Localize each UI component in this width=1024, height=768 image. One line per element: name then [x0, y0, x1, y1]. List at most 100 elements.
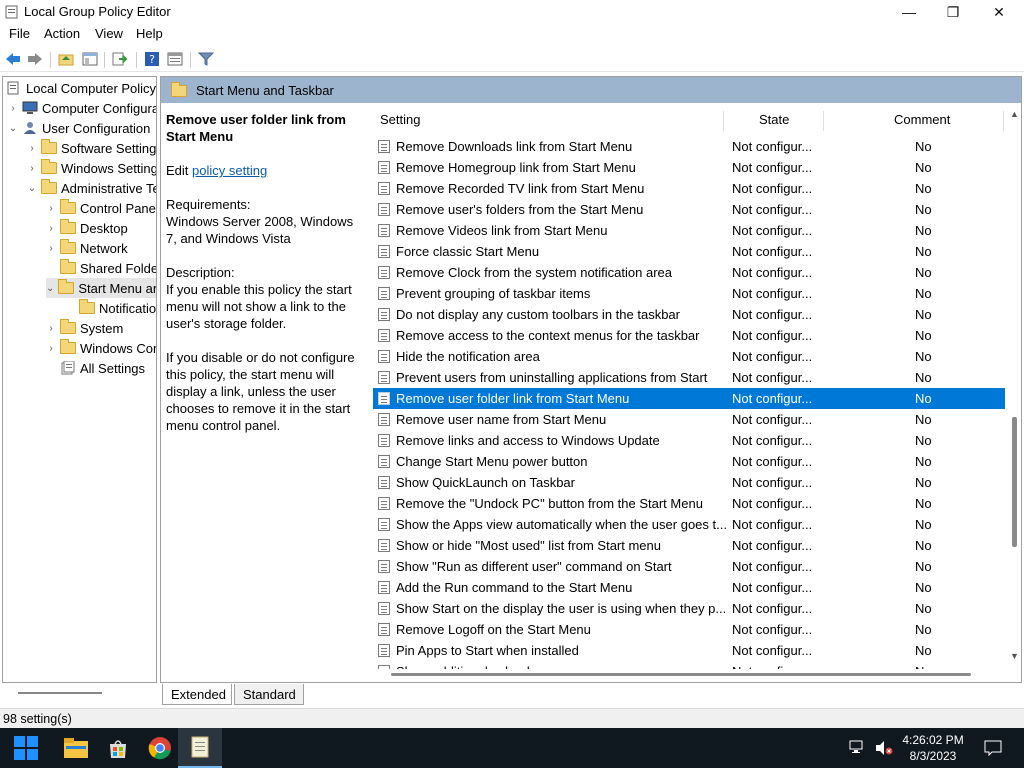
up-folder-icon[interactable] [57, 50, 75, 68]
setting-row[interactable]: Show additional calendar Not configur... N… [373, 661, 1005, 669]
tree-item-notifications[interactable]: Notifications [65, 298, 156, 318]
menu-action[interactable]: Action [44, 26, 80, 41]
column-separator[interactable] [1003, 111, 1004, 131]
setting-row[interactable]: Pin Apps to Start when installed Not conf… [373, 640, 1005, 661]
maximize-button[interactable]: ❐ [930, 0, 976, 24]
setting-row[interactable]: Show Start on the display the user is us… [373, 598, 1005, 619]
vertical-scrollbar[interactable]: ▲ ▼ [1007, 103, 1021, 669]
chevron-down-icon[interactable]: ⌄ [8, 123, 18, 134]
scroll-up-icon[interactable]: ▲ [1010, 109, 1019, 119]
setting-row[interactable]: Remove user folder link from Start Menu N… [373, 388, 1005, 409]
store-taskbar-button[interactable] [96, 728, 140, 768]
menu-view[interactable]: View [95, 26, 123, 41]
start-button[interactable] [4, 728, 48, 768]
forward-icon[interactable] [26, 50, 44, 68]
menu-help[interactable]: Help [136, 26, 163, 41]
setting-row[interactable]: Change Start Menu power button Not config… [373, 451, 1005, 472]
column-separator[interactable] [723, 111, 724, 131]
tree-item-network[interactable]: › Network [46, 238, 128, 258]
chevron-down-icon[interactable]: ⌄ [27, 183, 37, 194]
setting-row[interactable]: Add the Run command to the Start Menu Not… [373, 577, 1005, 598]
setting-row[interactable]: Do not display any custom toolbars in th… [373, 304, 1005, 325]
setting-row[interactable]: Remove Downloads link from Start Menu Not… [373, 136, 1005, 157]
tree-horizontal-scrollbar[interactable] [18, 692, 102, 694]
tree-item-control-panel[interactable]: › Control Panel [46, 198, 156, 218]
chevron-right-icon[interactable]: › [46, 343, 56, 354]
tree-label: Start Menu and Taskbar [78, 280, 156, 296]
setting-comment: No [915, 433, 932, 448]
tree-item-start-menu-and-taskbar[interactable]: ⌄ Start Menu and Taskbar [46, 278, 156, 298]
chevron-right-icon[interactable]: › [27, 163, 37, 174]
column-separator[interactable] [823, 111, 824, 131]
setting-comment: No [915, 160, 932, 175]
tree-item-desktop[interactable]: › Desktop [46, 218, 128, 238]
tree-item-all-settings[interactable]: All Settings [46, 358, 145, 378]
column-header-setting[interactable]: Setting [380, 108, 420, 130]
setting-row[interactable]: Show or hide "Most used" list from Start… [373, 535, 1005, 556]
setting-row[interactable]: Remove the "Undock PC" button from the S… [373, 493, 1005, 514]
tree-item-system[interactable]: › System [46, 318, 123, 338]
tree-item-administrative-templates[interactable]: ⌄ Administrative Templates [27, 178, 156, 198]
export-list-icon[interactable] [111, 50, 129, 68]
setting-row[interactable]: Remove user name from Start Menu Not conf… [373, 409, 1005, 430]
tree-item-user-configuration[interactable]: ⌄ User Configuration [8, 118, 151, 138]
minimize-button[interactable]: — [886, 0, 932, 24]
properties-icon[interactable] [166, 50, 184, 68]
volume-muted-icon[interactable] [872, 728, 896, 768]
chevron-right-icon[interactable]: › [46, 203, 56, 214]
setting-row[interactable]: Hide the notification area Not configur..… [373, 346, 1005, 367]
menu-file[interactable]: File [9, 26, 30, 41]
setting-row[interactable]: Remove Videos link from Start Menu Not co… [373, 220, 1005, 241]
policy-setting-icon [378, 245, 390, 258]
tree-item-software-settings[interactable]: › Software Settings [27, 138, 156, 158]
description-panel: Remove user folder link from Start Menu … [166, 111, 362, 451]
chevron-right-icon[interactable]: › [27, 143, 37, 154]
filter-icon[interactable] [197, 50, 215, 68]
tree-item-computer-configuration[interactable]: › Computer Configuration [8, 98, 156, 118]
chrome-taskbar-button[interactable] [138, 728, 182, 768]
setting-row[interactable]: Prevent users from uninstalling applicat… [373, 367, 1005, 388]
help-icon[interactable]: ? [143, 50, 161, 68]
edit-policy-setting-link[interactable]: policy setting [192, 163, 267, 178]
setting-row[interactable]: Remove Recorded TV link from Start Menu N… [373, 178, 1005, 199]
chevron-right-icon[interactable]: › [8, 103, 18, 114]
close-button[interactable]: ✕ [976, 0, 1022, 24]
chevron-right-icon[interactable]: › [46, 323, 56, 334]
scroll-down-icon[interactable]: ▼ [1010, 651, 1019, 661]
notifications-icon[interactable] [978, 728, 1008, 768]
chevron-right-icon[interactable]: › [46, 243, 56, 254]
setting-row[interactable]: Remove Logoff on the Start Menu Not confi… [373, 619, 1005, 640]
group-policy-taskbar-button[interactable] [178, 728, 222, 768]
tree-item-local-computer-policy[interactable]: Local Computer Policy [6, 78, 156, 98]
network-icon[interactable] [846, 728, 870, 768]
tree-item-windows-settings[interactable]: › Windows Settings [27, 158, 156, 178]
folder-icon [41, 139, 57, 155]
policy-setting-icon [378, 182, 390, 195]
horizontal-scrollbar[interactable] [391, 673, 971, 676]
scroll-thumb[interactable] [1012, 417, 1017, 547]
setting-row[interactable]: Show "Run as different user" command on … [373, 556, 1005, 577]
tab-extended[interactable]: Extended [162, 684, 232, 705]
column-header-state[interactable]: State [759, 108, 789, 130]
setting-row[interactable]: Show the Apps view automatically when th… [373, 514, 1005, 535]
setting-row[interactable]: Remove user's folders from the Start Men… [373, 199, 1005, 220]
show-hide-tree-icon[interactable] [81, 50, 99, 68]
setting-row[interactable]: Remove access to the context menus for t… [373, 325, 1005, 346]
tree-item-windows-components[interactable]: › Windows Components [46, 338, 156, 358]
setting-row[interactable]: Show QuickLaunch on Taskbar Not configur.… [373, 472, 1005, 493]
setting-row[interactable]: Force classic Start Menu Not configur... N… [373, 241, 1005, 262]
setting-name: Hide the notification area [396, 349, 540, 364]
back-icon[interactable] [4, 50, 22, 68]
tree-item-shared-folders[interactable]: Shared Folders [46, 258, 156, 278]
tab-standard[interactable]: Standard [234, 684, 304, 705]
chevron-right-icon[interactable]: › [46, 223, 56, 234]
setting-row[interactable]: Remove Homegroup link from Start Menu Not… [373, 157, 1005, 178]
file-explorer-taskbar-button[interactable] [54, 728, 98, 768]
setting-row[interactable]: Remove Clock from the system notificatio… [373, 262, 1005, 283]
column-header-comment[interactable]: Comment [894, 108, 950, 130]
taskbar-clock[interactable]: 4:26:02 PM 8/3/2023 [900, 732, 966, 764]
setting-row[interactable]: Remove links and access to Windows Updat… [373, 430, 1005, 451]
chevron-down-icon[interactable]: ⌄ [46, 283, 54, 294]
setting-row[interactable]: Prevent grouping of taskbar items Not con… [373, 283, 1005, 304]
setting-comment: No [915, 244, 932, 259]
